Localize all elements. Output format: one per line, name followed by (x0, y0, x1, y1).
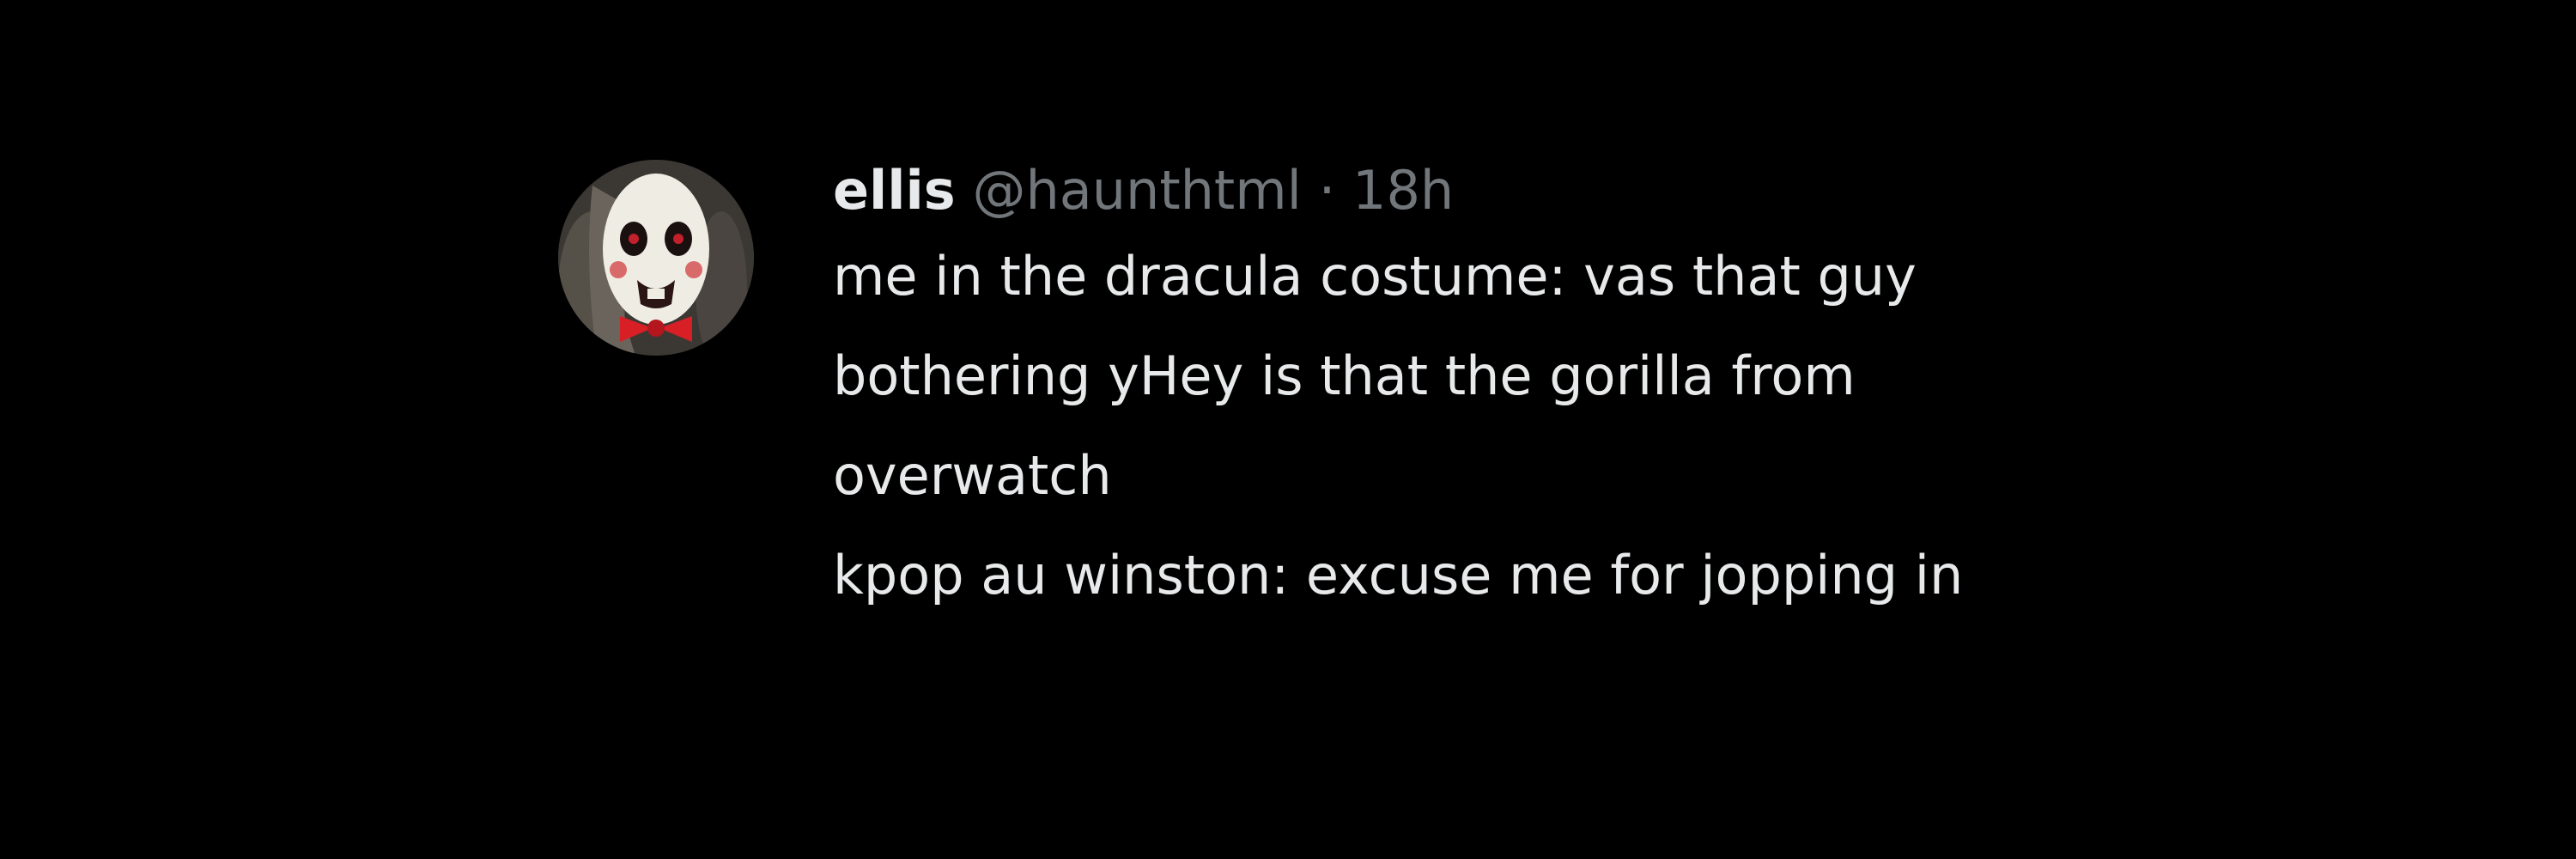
tweet-text-line: bothering yHey is that the gorilla from (833, 344, 1856, 407)
tweet[interactable]: ellis @haunthtml · 18h me in the dracula… (558, 160, 1963, 625)
timestamp[interactable]: 18h (1352, 159, 1454, 222)
separator-dot: · (1318, 159, 1336, 222)
tweet-text: me in the dracula costume: vas that guy … (833, 227, 1963, 625)
tweet-text-line: kpop au winston: excuse me for jopping i… (833, 544, 1964, 606)
avatar[interactable] (558, 160, 754, 356)
tweet-content: ellis @haunthtml · 18h me in the dracula… (833, 160, 1963, 625)
puppet-clown-avatar-icon (558, 160, 754, 356)
author-handle[interactable]: @haunthtml (972, 159, 1301, 222)
tweet-text-line: overwatch (833, 444, 1112, 507)
author-name[interactable]: ellis (833, 159, 956, 222)
tweet-text-line: me in the dracula costume: vas that guy (833, 245, 1917, 308)
tweet-header: ellis @haunthtml · 18h (833, 160, 1963, 222)
